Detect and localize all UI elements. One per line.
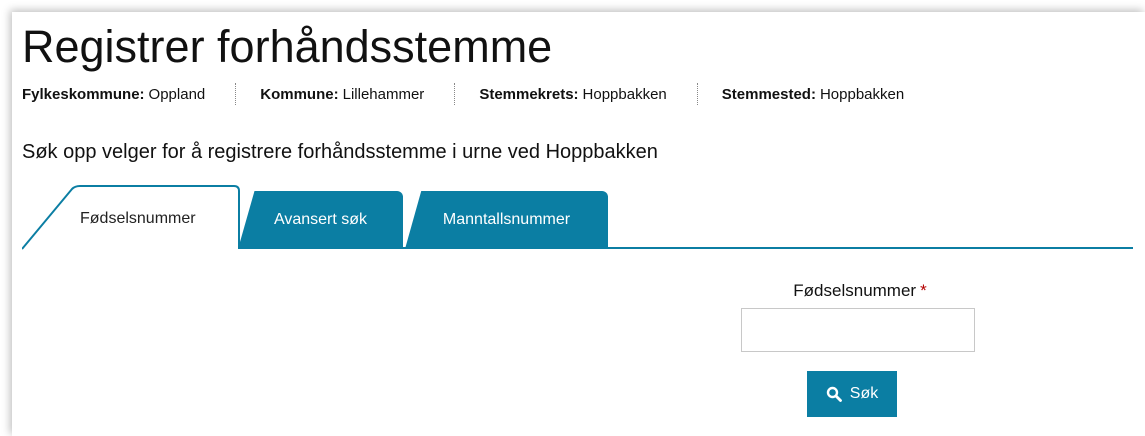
meta-stemmested: Stemmested: Hoppbakken — [722, 86, 904, 103]
search-tabs: Fødselsnummer Avansert søk Manntallsnumm… — [22, 185, 1133, 251]
meta-divider — [235, 83, 237, 105]
meta-stemmested-value: Hoppbakken — [819, 85, 905, 103]
tab-avansert-sok[interactable]: Avansert søk — [238, 191, 403, 249]
meta-kommune-value: Lillehammer — [342, 85, 425, 103]
fodselsnummer-input[interactable] — [741, 308, 975, 352]
search-button[interactable]: Søk — [807, 371, 897, 417]
search-instruction: Søk opp velger for å registrere forhånds… — [22, 141, 658, 163]
tab-fodselsnummer-label: Fødselsnummer — [80, 210, 196, 227]
meta-kommune-label: Kommune: — [260, 85, 339, 103]
context-info-bar: Fylkeskommune: Oppland Kommune: Lilleham… — [22, 82, 904, 106]
required-indicator: * — [920, 281, 927, 300]
fodselsnummer-label-text: Fødselsnummer — [793, 281, 917, 300]
meta-stemmekrets-label: Stemmekrets: — [479, 85, 579, 103]
meta-fylkeskommune: Fylkeskommune: Oppland — [22, 86, 205, 103]
fodselsnummer-field-label: Fødselsnummer * — [760, 281, 960, 301]
meta-divider — [696, 83, 698, 105]
tab-manntallsnummer[interactable]: Manntallsnummer — [405, 191, 608, 249]
page-title: Registrer forhåndsstemme — [22, 21, 553, 72]
meta-stemmekrets: Stemmekrets: Hoppbakken — [479, 86, 666, 103]
meta-divider — [454, 83, 456, 105]
meta-stemmested-label: Stemmested: — [721, 85, 816, 103]
meta-stemmekrets-value: Hoppbakken — [582, 85, 667, 103]
meta-fylkeskommune-label: Fylkeskommune: — [22, 85, 145, 103]
tab-fodselsnummer[interactable]: Fødselsnummer — [22, 185, 242, 251]
search-button-label: Søk — [849, 385, 879, 402]
meta-kommune: Kommune: Lillehammer — [260, 86, 424, 103]
meta-fylkeskommune-value: Oppland — [148, 85, 206, 103]
search-icon — [826, 386, 842, 402]
